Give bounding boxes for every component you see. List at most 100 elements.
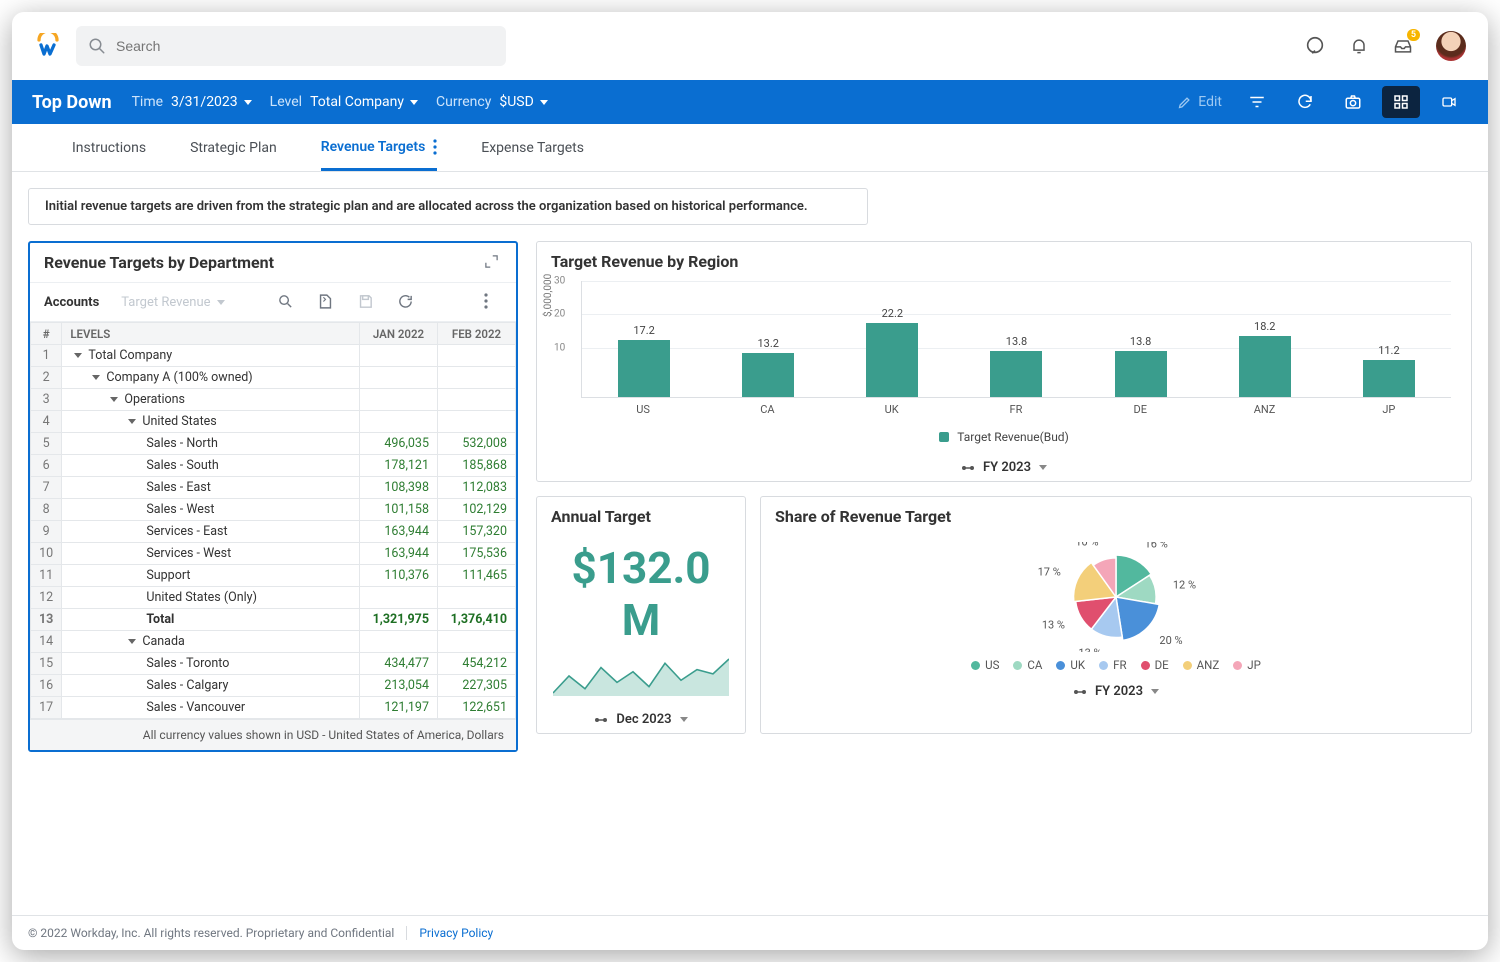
target-revenue-by-region-card: Target Revenue by Region $,000,000 10203… [536,241,1472,482]
svg-text:12 %: 12 % [1173,578,1196,591]
expand-icon[interactable] [484,254,502,272]
page-title: Top Down [32,92,112,113]
privacy-link[interactable]: Privacy Policy [419,926,493,940]
table-row[interactable]: 16Sales - Calgary213,054227,305 [31,675,516,697]
context-bar: Top Down Time 3/31/2023 Level Total Comp… [12,80,1488,124]
table-row[interactable]: 14Canada [31,631,516,653]
sparkline-chart [553,656,729,696]
level-value: Total Company [310,94,404,110]
annual-target-card: Annual Target $132.0 M Dec 2023 [536,496,746,734]
tab-revenue-targets[interactable]: Revenue Targets [321,125,438,171]
table-row[interactable]: 11Support110,376111,465 [31,565,516,587]
level-label: Level [270,94,302,110]
page-footer: © 2022 Workday, Inc. All rights reserved… [12,915,1488,950]
table-row[interactable]: 5Sales - North496,035532,008 [31,433,516,455]
global-search[interactable] [76,26,506,66]
col-jan[interactable]: JAN 2022 [360,323,438,345]
card-title: Annual Target [551,507,651,526]
chevron-down-icon [217,300,225,305]
chart-legend: Target Revenue(Bud) [537,424,1471,454]
edit-button[interactable]: Edit [1177,94,1222,110]
timeline-icon [1073,687,1087,697]
kebab-icon[interactable] [433,139,437,155]
chevron-down-icon [410,100,418,105]
tab-strategic-plan[interactable]: Strategic Plan [190,126,277,169]
period-selector[interactable]: FY 2023 [761,678,1471,705]
table-row[interactable]: 15Sales - Toronto434,477454,212 [31,653,516,675]
timeline-icon [594,715,608,725]
grid-view-button[interactable] [1382,86,1420,118]
global-header: 5 [12,12,1488,80]
table-row[interactable]: 9Services - East163,944157,320 [31,521,516,543]
chevron-down-icon [244,100,252,105]
pencil-icon [1177,95,1192,110]
svg-text:17 %: 17 % [1038,565,1061,578]
revenue-targets-by-department-card: Revenue Targets by Department Accounts T… [28,241,518,752]
bar-chart: 10203017.213.222.213.813.818.211.2 [581,281,1451,397]
avatar[interactable] [1436,31,1466,61]
table-row[interactable]: 10Services - West163,944175,536 [31,543,516,565]
time-selector[interactable]: Time 3/31/2023 [132,94,252,110]
table-row[interactable]: 4United States [31,411,516,433]
search-button[interactable] [277,293,295,311]
chevron-down-icon [1039,465,1047,470]
reload-button[interactable] [397,293,415,311]
chevron-down-icon [1151,689,1159,694]
chevron-down-icon [680,717,688,722]
card-title: Share of Revenue Target [775,507,951,526]
table-row[interactable]: 6Sales - South178,121185,868 [31,455,516,477]
divider [406,926,407,940]
accounts-label: Accounts [44,295,99,310]
save-button[interactable] [357,293,375,311]
tab-instructions[interactable]: Instructions [72,126,146,169]
currency-value: $USD [499,94,533,110]
col-feb[interactable]: FEB 2022 [438,323,516,345]
table-row[interactable]: 13Total1,321,9751,376,410 [31,609,516,631]
info-banner: Initial revenue targets are driven from … [28,188,868,225]
copyright: © 2022 Workday, Inc. All rights reserved… [28,926,394,940]
share-of-revenue-target-card: Share of Revenue Target 16 %12 %20 %13 %… [760,496,1472,734]
period-selector[interactable]: FY 2023 [537,454,1471,481]
currency-label: Currency [436,94,491,110]
more-icon[interactable] [484,293,502,311]
svg-text:10 %: 10 % [1075,542,1098,549]
annual-target-value: $132.0 M [537,536,745,652]
table-row[interactable]: 3Operations [31,389,516,411]
pie-legend: USCAUKFRDEANZJP [761,654,1471,678]
table-row[interactable]: 2Company A (100% owned) [31,367,516,389]
table-row[interactable]: 8Sales - West101,158102,129 [31,499,516,521]
time-label: Time [132,94,163,110]
video-button[interactable] [1430,86,1468,118]
tab-expense-targets[interactable]: Expense Targets [481,126,584,169]
timeline-icon [961,463,975,473]
search-input[interactable] [116,38,494,54]
table-row[interactable]: 17Sales - Vancouver121,197122,651 [31,697,516,719]
svg-text:16 %: 16 % [1145,542,1168,550]
table-row[interactable]: 1Total Company [31,345,516,367]
col-index: # [31,323,62,345]
inbox-icon[interactable]: 5 [1392,35,1414,57]
level-selector[interactable]: Level Total Company [270,94,418,110]
table-row[interactable]: 12United States (Only) [31,587,516,609]
chat-icon[interactable] [1304,35,1326,57]
time-value: 3/31/2023 [171,94,238,110]
department-table[interactable]: # LEVELS JAN 2022 FEB 2022 1Total Compan… [30,322,516,719]
table-row[interactable]: 7Sales - East108,398112,083 [31,477,516,499]
workday-logo[interactable] [34,32,62,60]
bell-icon[interactable] [1348,35,1370,57]
card-title: Revenue Targets by Department [44,253,274,272]
currency-selector[interactable]: Currency $USD [436,94,548,110]
svg-text:13 %: 13 % [1042,619,1065,632]
svg-text:13 %: 13 % [1078,647,1101,652]
refresh-button[interactable] [1286,86,1324,118]
chevron-down-icon [540,100,548,105]
card-title: Target Revenue by Region [551,252,738,271]
pie-chart: 16 %12 %20 %13 %13 %17 %10 % [976,542,1256,652]
export-button[interactable] [317,293,335,311]
accounts-selector[interactable]: Target Revenue [121,295,224,310]
period-selector[interactable]: Dec 2023 [537,706,745,733]
table-footer: All currency values shown in USD - Unite… [30,719,516,750]
snapshot-button[interactable] [1334,86,1372,118]
inbox-badge: 5 [1407,29,1420,41]
filter-button[interactable] [1238,86,1276,118]
